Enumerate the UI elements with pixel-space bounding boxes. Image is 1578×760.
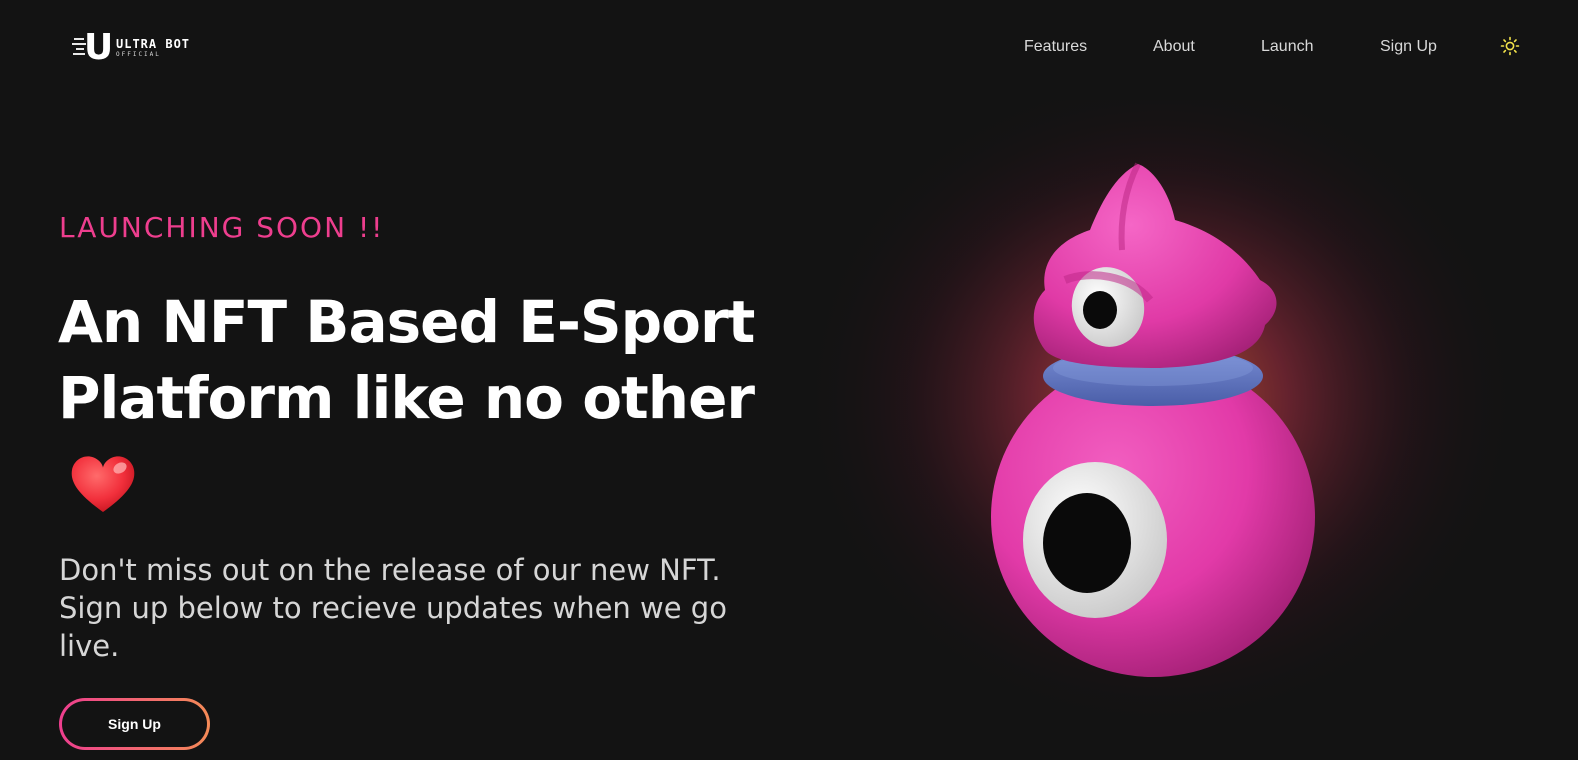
- nav-features-link[interactable]: Features: [1024, 38, 1087, 56]
- nav-signup-link[interactable]: Sign Up: [1380, 38, 1437, 56]
- theme-toggle-button[interactable]: [1500, 36, 1520, 56]
- hero-headline: An NFT Based E-Sport Platform like no ot…: [58, 284, 778, 436]
- heart-icon: [68, 452, 138, 516]
- signup-cta-button[interactable]: Sign Up: [59, 698, 210, 750]
- landing-page: U ULTRA BOT OFFICIAL Features About Laun…: [0, 0, 1578, 760]
- main-nav: Features About Launch Sign Up: [0, 38, 1578, 62]
- headline-line-2: Platform like no other: [58, 364, 755, 432]
- headline-line-1: An NFT Based E-Sport: [58, 288, 755, 356]
- nav-launch-link[interactable]: Launch: [1261, 38, 1314, 56]
- sun-icon: [1500, 36, 1520, 56]
- signup-cta-label: Sign Up: [62, 701, 207, 747]
- robot-mascot-illustration: [760, 70, 1578, 760]
- hero-subtext: Don't miss out on the release of our new…: [59, 553, 727, 663]
- launch-eyebrow: LAUNCHING SOON !!: [59, 211, 385, 244]
- site-header: U ULTRA BOT OFFICIAL Features About Laun…: [0, 0, 1578, 100]
- nav-about-link[interactable]: About: [1153, 38, 1195, 56]
